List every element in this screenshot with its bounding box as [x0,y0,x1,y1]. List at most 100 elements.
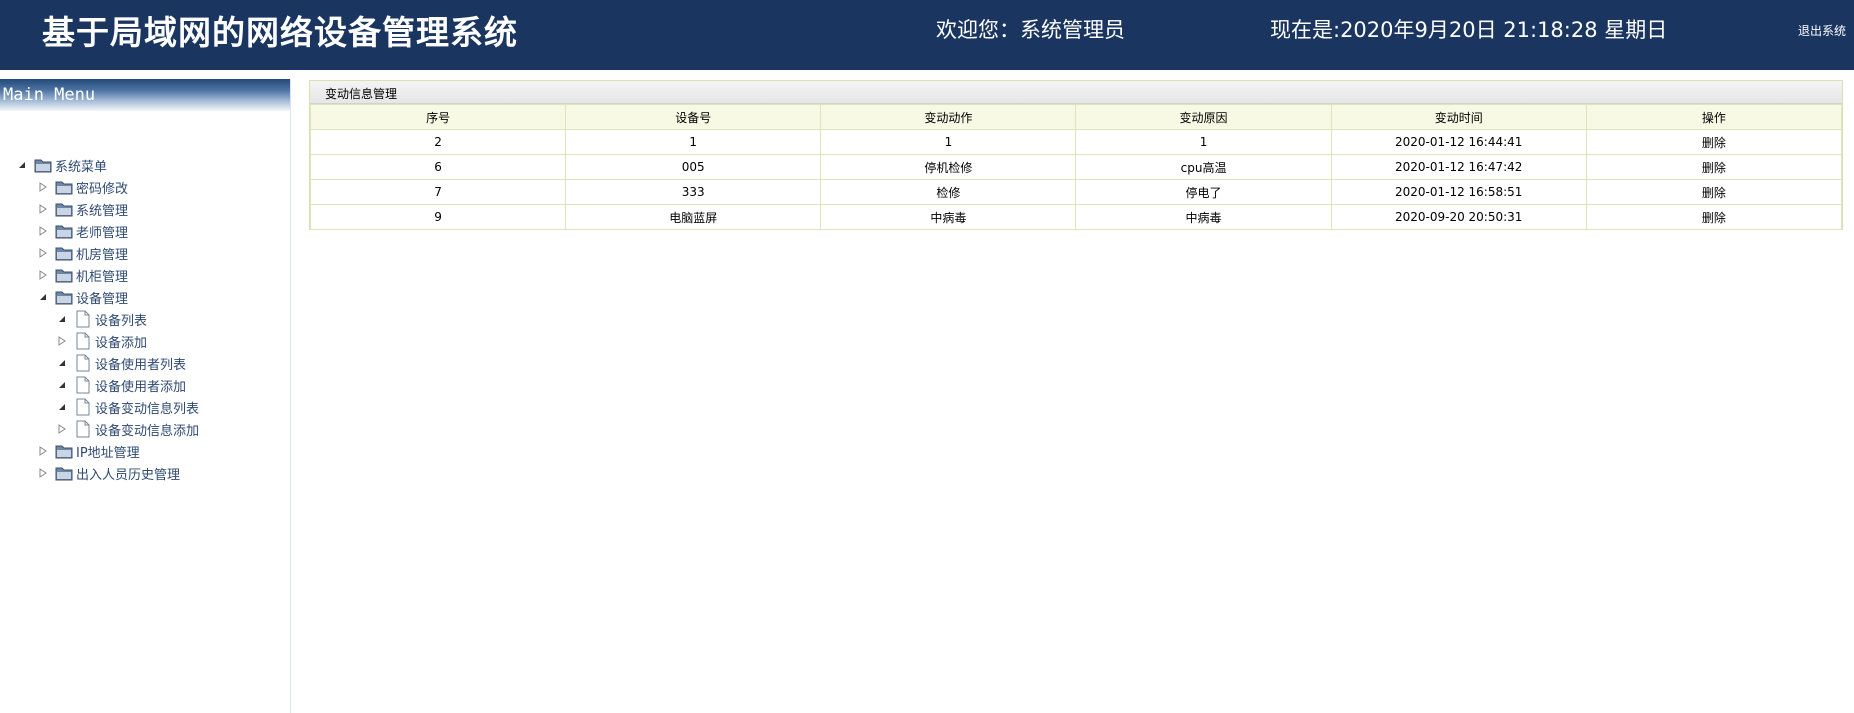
tree-label: 机柜管理 [76,269,129,285]
expanded-arrow-icon[interactable] [56,401,68,413]
sidebar-item-device-list[interactable]: 设备列表 [56,309,147,329]
tree-label: 系统管理 [76,203,129,219]
document-icon [74,420,92,438]
folder-icon [55,464,73,482]
folder-icon [55,178,73,196]
cell-device-no: 333 [565,179,822,205]
welcome-text: 欢迎您：系统管理员 [936,18,1125,42]
sidebar-item-system[interactable]: 系统管理 [37,199,128,219]
sidebar-item-device-user-list[interactable]: 设备使用者列表 [56,353,186,373]
cell-device-no: 电脑蓝屏 [565,204,822,230]
folder-icon [55,200,73,218]
sidebar-item-teacher[interactable]: 老师管理 [37,221,128,241]
collapsed-arrow-icon[interactable] [56,335,68,347]
tree-label: 老师管理 [76,225,129,241]
cell-action: 中病毒 [820,204,1077,230]
table-row: 2 1 1 1 2020-01-12 16:44:41 删除 [309,129,1843,155]
cell-time: 2020-01-12 16:47:42 [1330,154,1587,180]
table-row: 9 电脑蓝屏 中病毒 中病毒 2020-09-20 20:50:31 删除 [309,204,1843,230]
document-icon [74,376,92,394]
delete-link[interactable]: 删除 [1585,204,1843,230]
table-row: 6 005 停机检修 cpu高温 2020-01-12 16:47:42 删除 [309,154,1843,180]
column-header: 操作 [1585,104,1843,130]
collapsed-arrow-icon[interactable] [37,467,49,479]
sidebar-item-password[interactable]: 密码修改 [37,177,128,197]
cell-reason: 中病毒 [1075,204,1332,230]
delete-link[interactable]: 删除 [1585,179,1843,205]
document-icon [74,354,92,372]
sidebar-item-device-user-add[interactable]: 设备使用者添加 [56,375,186,395]
cell-reason: 1 [1075,129,1332,155]
cell-device-no: 005 [565,154,822,180]
cell-action: 1 [820,129,1077,155]
cell-reason: cpu高温 [1075,154,1332,180]
current-time: 现在是:2020年9月20日 21:18:28 星期日 [1270,18,1668,42]
sidebar-item-device-add[interactable]: 设备添加 [56,331,147,351]
tree-label: 出入人员历史管理 [76,467,181,483]
table-header-row: 序号 设备号 变动动作 变动原因 变动时间 操作 [309,104,1843,130]
folder-icon [55,442,73,460]
tree-label: 密码修改 [76,181,129,197]
folder-icon [55,266,73,284]
sidebar-item-cabinet[interactable]: 机柜管理 [37,265,128,285]
cell-reason: 停电了 [1075,179,1332,205]
tree-label: 系统菜单 [55,159,108,175]
tree-label: 机房管理 [76,247,129,263]
folder-icon [55,222,73,240]
folder-icon [34,156,52,174]
main-menu-header: Main Menu [0,79,290,111]
logout-link[interactable]: 退出系统 [1798,22,1846,39]
sidebar-item-device-change-add[interactable]: 设备变动信息添加 [56,419,199,439]
document-icon [74,398,92,416]
tree-label: 设备使用者列表 [95,357,187,373]
cell-action: 停机检修 [820,154,1077,180]
cell-device-no: 1 [565,129,822,155]
tree-label: 设备变动信息添加 [95,423,200,439]
cell-id: 6 [309,154,567,180]
expanded-arrow-icon[interactable] [16,159,28,171]
cell-time: 2020-01-12 16:58:51 [1330,179,1587,205]
tree-label: 设备添加 [95,335,148,351]
sidebar-item-device[interactable]: 设备管理 [37,287,128,307]
column-header: 设备号 [565,104,822,130]
sidebar-item-ip-address[interactable]: IP地址管理 [37,441,140,461]
change-info-panel: 变动信息管理 序号 设备号 变动动作 变动原因 变动时间 操作 2 1 1 1 … [309,80,1843,230]
collapsed-arrow-icon[interactable] [37,225,49,237]
document-icon [74,310,92,328]
folder-icon [55,244,73,262]
collapsed-arrow-icon[interactable] [37,269,49,281]
cell-id: 2 [309,129,567,155]
collapsed-arrow-icon[interactable] [37,445,49,457]
delete-link[interactable]: 删除 [1585,154,1843,180]
expanded-arrow-icon[interactable] [37,291,49,303]
tree-root-system-menu[interactable]: 系统菜单 [16,155,107,175]
table-row: 7 333 检修 停电了 2020-01-12 16:58:51 删除 [309,179,1843,205]
expanded-arrow-icon[interactable] [56,357,68,369]
document-icon [74,332,92,350]
tree-label: 设备列表 [95,313,148,329]
column-header: 变动动作 [820,104,1077,130]
sidebar-item-access-history[interactable]: 出入人员历史管理 [37,463,180,483]
tree-label: 设备变动信息列表 [95,401,200,417]
folder-icon [55,288,73,306]
column-header: 序号 [309,104,567,130]
sidebar-item-machine-room[interactable]: 机房管理 [37,243,128,263]
sidebar: Main Menu 系统菜单 密码修改 系统管理 老师管理 机房管理 机柜管理 … [0,79,291,713]
tree-label: 设备管理 [76,291,129,307]
cell-id: 9 [309,204,567,230]
cell-time: 2020-09-20 20:50:31 [1330,204,1587,230]
collapsed-arrow-icon[interactable] [56,423,68,435]
delete-link[interactable]: 删除 [1585,129,1843,155]
cell-time: 2020-01-12 16:44:41 [1330,129,1587,155]
sidebar-item-device-change-list[interactable]: 设备变动信息列表 [56,397,199,417]
tree-label: 设备使用者添加 [95,379,187,395]
cell-action: 检修 [820,179,1077,205]
cell-id: 7 [309,179,567,205]
tree-label: IP地址管理 [76,445,140,461]
collapsed-arrow-icon[interactable] [37,247,49,259]
top-header: 基于局域网的网络设备管理系统 欢迎您：系统管理员 现在是:2020年9月20日 … [0,0,1854,70]
expanded-arrow-icon[interactable] [56,313,68,325]
collapsed-arrow-icon[interactable] [37,181,49,193]
collapsed-arrow-icon[interactable] [37,203,49,215]
expanded-arrow-icon[interactable] [56,379,68,391]
